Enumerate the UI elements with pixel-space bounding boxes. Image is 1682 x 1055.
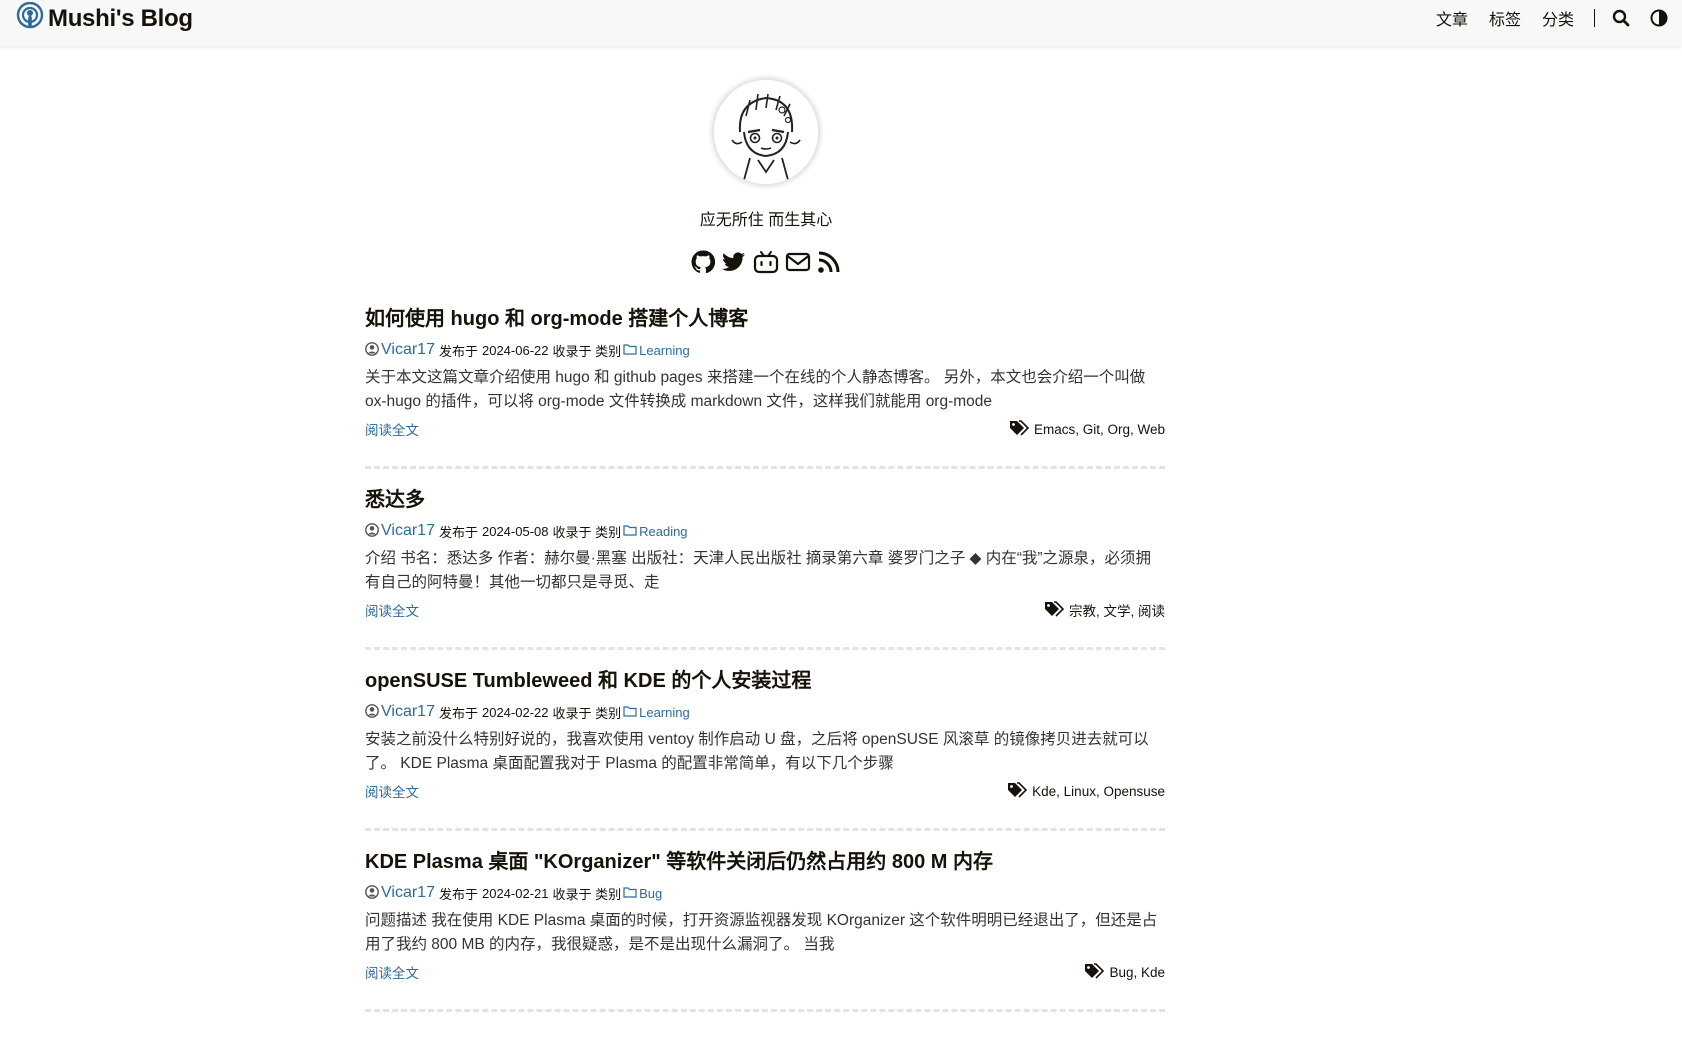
folder-icon xyxy=(623,886,637,901)
post-title[interactable]: KDE Plasma 桌面 "KOrganizer" 等软件关闭后仍然占用约 8… xyxy=(365,847,1165,877)
tag-list[interactable]: Emacs, Git, Org, Web xyxy=(1034,422,1165,437)
avatar xyxy=(712,78,820,186)
published-label: 发布于 xyxy=(438,705,478,721)
folder-icon xyxy=(623,343,637,358)
category-label: 收录于 类别 xyxy=(552,343,622,359)
bilibili-icon[interactable] xyxy=(753,250,779,274)
post-date: 2024-05-08 xyxy=(481,523,549,539)
post-footer: 阅读全文 Bug, Kde xyxy=(365,962,1165,982)
published-label: 发布于 xyxy=(438,524,478,540)
post-meta: Vicar17 发布于 2024-02-21 收录于 类别 Bug xyxy=(365,882,1165,904)
category-name: Reading xyxy=(639,523,688,539)
post-item: 如何使用 hugo 和 org-mode 搭建个人博客 Vicar17 发布于 … xyxy=(365,304,1165,485)
social-links xyxy=(0,250,1532,274)
post-category[interactable]: Bug xyxy=(623,886,662,901)
nav-link-tags[interactable]: 标签 xyxy=(1489,6,1521,30)
tag-list[interactable]: Bug, Kde xyxy=(1109,965,1165,980)
author-icon xyxy=(365,341,379,359)
post-summary: 关于本文这篇文章介绍使用 hugo 和 github pages 来搭建一个在线… xyxy=(365,369,1146,410)
post-list: 如何使用 hugo 和 org-mode 搭建个人博客 Vicar17 发布于 … xyxy=(365,304,1165,1028)
post-divider xyxy=(365,828,1165,831)
category-label: 收录于 类别 xyxy=(552,705,622,721)
post-divider xyxy=(365,1009,1165,1012)
twitter-icon[interactable] xyxy=(721,250,747,274)
post-date: 2024-02-22 xyxy=(481,704,549,720)
nav-link-articles[interactable]: 文章 xyxy=(1436,6,1468,30)
post-category[interactable]: Learning xyxy=(623,705,690,720)
tags-icon xyxy=(1009,419,1030,439)
tag-list[interactable]: 宗教, 文学, 阅读 xyxy=(1069,600,1165,620)
post-summary: 安装之前没什么特别好说的，我喜欢使用 ventoy 制作启动 U 盘，之后将 o… xyxy=(365,731,1149,772)
site-header: Mushi's Blog 文章 标签 分类 xyxy=(0,0,1682,46)
published-label: 发布于 xyxy=(438,343,478,359)
search-icon[interactable] xyxy=(1612,9,1630,27)
post-author[interactable]: Vicar17 xyxy=(381,703,435,721)
read-more-link[interactable]: 阅读全文 xyxy=(365,419,419,439)
tags-icon xyxy=(1044,600,1065,620)
post-meta: Vicar17 发布于 2024-02-22 收录于 类别 Learning xyxy=(365,701,1165,723)
post-footer: 阅读全文 Kde, Linux, Opensuse xyxy=(365,781,1165,801)
post-footer: 阅读全文 宗教, 文学, 阅读 xyxy=(365,600,1165,620)
post-tags: 宗教, 文学, 阅读 xyxy=(1044,600,1165,620)
post-title[interactable]: openSUSE Tumbleweed 和 KDE 的个人安装过程 xyxy=(365,666,1165,696)
site-title: Mushi's Blog xyxy=(48,4,193,32)
nav-link-categories[interactable]: 分类 xyxy=(1542,6,1574,30)
main-nav: 文章 标签 分类 xyxy=(1415,0,1668,36)
folder-icon xyxy=(623,705,637,720)
rss-icon[interactable] xyxy=(817,250,841,274)
post-summary: 问题描述 我在使用 KDE Plasma 桌面的时候，打开资源监视器发现 KOr… xyxy=(365,912,1158,953)
post-category[interactable]: Learning xyxy=(623,343,690,358)
post-category[interactable]: Reading xyxy=(623,523,688,539)
post-divider xyxy=(365,466,1165,469)
post-meta: Vicar17 发布于 2024-05-08 收录于 类别 Reading xyxy=(365,520,1165,542)
post-divider xyxy=(365,647,1165,650)
author-icon xyxy=(365,884,379,902)
nav-separator xyxy=(1594,9,1595,27)
post-title[interactable]: 如何使用 hugo 和 org-mode 搭建个人博客 xyxy=(365,304,1165,334)
post-author[interactable]: Vicar17 xyxy=(381,884,435,902)
podcast-logo-icon xyxy=(16,1,44,35)
post-title[interactable]: 悉达多 xyxy=(365,485,1165,515)
published-label: 发布于 xyxy=(438,886,478,902)
post-tags: Bug, Kde xyxy=(1084,962,1165,982)
category-label: 收录于 类别 xyxy=(552,886,622,902)
read-more-link[interactable]: 阅读全文 xyxy=(365,781,419,801)
site-subtitle: 应无所住 而生其心 xyxy=(699,212,833,229)
profile-section: 应无所住 而生其心 xyxy=(0,78,1532,274)
post-footer: 阅读全文 Emacs, Git, Org, Web xyxy=(365,419,1165,439)
tags-icon xyxy=(1084,962,1105,982)
read-more-link[interactable]: 阅读全文 xyxy=(365,600,419,620)
author-icon xyxy=(365,703,379,721)
folder-icon xyxy=(623,524,637,539)
category-name: Bug xyxy=(639,885,663,901)
category-label: 收录于 类别 xyxy=(552,524,622,540)
author-icon xyxy=(365,522,379,540)
category-name: Learning xyxy=(639,342,690,358)
post-author[interactable]: Vicar17 xyxy=(381,341,435,359)
post-summary: 介绍 书名：悉达多 作者：赫尔曼·黑塞 出版社：天津人民出版社 摘录第六章 婆罗… xyxy=(365,550,1152,591)
post-item: 悉达多 Vicar17 发布于 2024-05-08 收录于 类别 Readin… xyxy=(365,485,1165,666)
theme-toggle-icon[interactable] xyxy=(1650,9,1668,27)
post-date: 2024-06-22 xyxy=(481,342,549,358)
email-icon[interactable] xyxy=(785,250,811,274)
post-item: openSUSE Tumbleweed 和 KDE 的个人安装过程 Vicar1… xyxy=(365,666,1165,847)
post-author[interactable]: Vicar17 xyxy=(381,522,435,540)
tag-list[interactable]: Kde, Linux, Opensuse xyxy=(1032,784,1165,799)
post-item: KDE Plasma 桌面 "KOrganizer" 等软件关闭后仍然占用约 8… xyxy=(365,847,1165,1028)
site-logo[interactable]: Mushi's Blog xyxy=(16,1,193,35)
read-more-link[interactable]: 阅读全文 xyxy=(365,962,419,982)
tags-icon xyxy=(1007,781,1028,801)
category-name: Learning xyxy=(639,704,690,720)
post-tags: Kde, Linux, Opensuse xyxy=(1007,781,1165,801)
post-tags: Emacs, Git, Org, Web xyxy=(1009,419,1165,439)
github-icon[interactable] xyxy=(691,250,715,274)
post-meta: Vicar17 发布于 2024-06-22 收录于 类别 Learning xyxy=(365,339,1165,361)
post-date: 2024-02-21 xyxy=(481,885,549,901)
